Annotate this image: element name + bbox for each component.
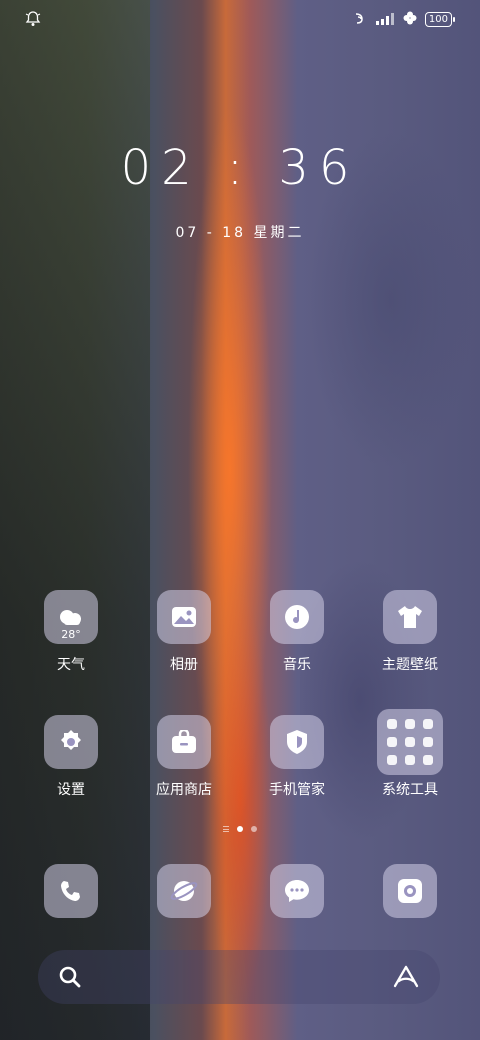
app-phone-manager[interactable]: 手机管家: [247, 715, 347, 799]
app-music[interactable]: 音乐: [247, 590, 347, 674]
page-dot: [251, 826, 257, 832]
app-weather[interactable]: 28° 天气: [21, 590, 121, 674]
app-label: 手机管家: [269, 782, 325, 798]
app-label: 相册: [170, 657, 198, 673]
weather-temperature: 28°: [61, 628, 81, 641]
phone-icon: [61, 881, 80, 901]
battery-icon: 100: [424, 12, 456, 27]
dock-phone[interactable]: [21, 864, 121, 918]
signal-icon: [375, 10, 395, 29]
fan-icon: [403, 10, 417, 29]
app-theme[interactable]: 主题壁纸: [360, 590, 460, 674]
bell-icon: [24, 10, 42, 28]
dock-messages[interactable]: [247, 864, 347, 918]
app-label: 系统工具: [382, 782, 438, 798]
phone-manager-icon: [287, 730, 307, 754]
clock-time[interactable]: 02 : 36: [0, 140, 480, 196]
page-indicator-menu-icon: [223, 826, 229, 832]
app-gallery[interactable]: 相册: [134, 590, 234, 674]
app-system-tools-folder[interactable]: 系统工具: [360, 709, 460, 799]
assistant-icon[interactable]: [392, 965, 420, 993]
search-bar[interactable]: [38, 950, 440, 1004]
dock-camera[interactable]: [360, 864, 460, 918]
status-bar: 100: [0, 8, 480, 32]
weather-icon: [60, 610, 81, 625]
settings-icon: [61, 730, 81, 750]
system-tools-folder-icon: [377, 709, 443, 775]
theme-icon: [398, 606, 422, 628]
dock-browser[interactable]: [134, 864, 234, 918]
nfc-icon: [353, 10, 367, 29]
app-label: 应用商店: [156, 782, 212, 798]
gallery-icon: [172, 607, 196, 627]
app-label: 天气: [57, 657, 85, 673]
browser-icon: [170, 881, 198, 901]
clock-date[interactable]: 07 - 18 星期二: [0, 222, 480, 242]
app-label: 设置: [57, 782, 85, 798]
app-label: 音乐: [283, 657, 311, 673]
camera-icon: [398, 879, 422, 903]
app-settings[interactable]: 设置: [21, 715, 121, 799]
search-icon[interactable]: [58, 965, 82, 993]
messages-icon: [285, 880, 309, 902]
app-store-icon: [172, 730, 196, 753]
app-label: 主题壁纸: [382, 657, 438, 673]
page-dot-active: [237, 826, 243, 832]
page-indicator[interactable]: [0, 826, 480, 832]
music-icon: [285, 605, 309, 629]
app-store[interactable]: 应用商店: [134, 715, 234, 799]
